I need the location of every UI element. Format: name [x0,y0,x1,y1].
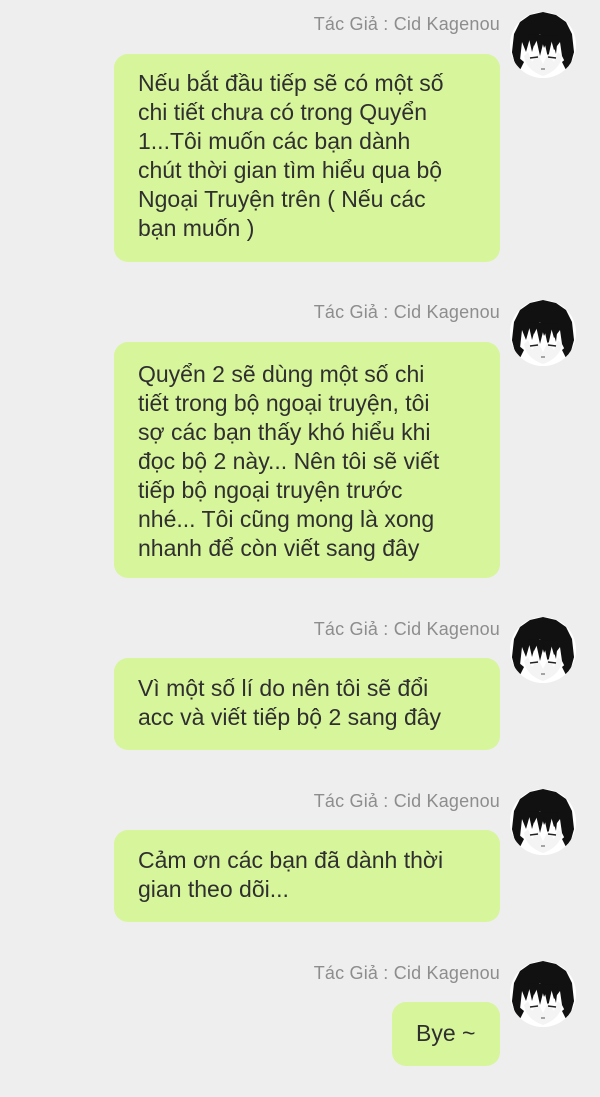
chat-thread: Tác Giả : Cid Kagenou Nếu bắt đầu tiếp s… [0,0,600,1097]
author-name: Tác Giả : Cid Kagenou [313,791,500,811]
message-bubble: Cảm ơn các bạn đã dành thời gian theo dõ… [114,830,500,922]
message-bubble: Nếu bắt đầu tiếp sẽ có một số chi tiết c… [114,54,500,262]
author-name: Tác Giả : Cid Kagenou [313,963,500,983]
author-name: Tác Giả : Cid Kagenou [313,302,500,322]
message-bubble: Vì một số lí do nên tôi sẽ đổi acc và vi… [114,658,500,750]
anime-character-avatar-icon[interactable] [510,300,576,366]
anime-character-avatar-icon[interactable] [510,617,576,683]
anime-character-avatar-icon[interactable] [510,789,576,855]
message-bubble: Bye ~ [392,1002,500,1066]
author-name: Tác Giả : Cid Kagenou [313,619,500,639]
author-name: Tác Giả : Cid Kagenou [313,14,500,34]
message-bubble: Quyển 2 sẽ dùng một số chi tiết trong bộ… [114,342,500,578]
anime-character-avatar-icon[interactable] [510,961,576,1027]
anime-character-avatar-icon[interactable] [510,12,576,78]
